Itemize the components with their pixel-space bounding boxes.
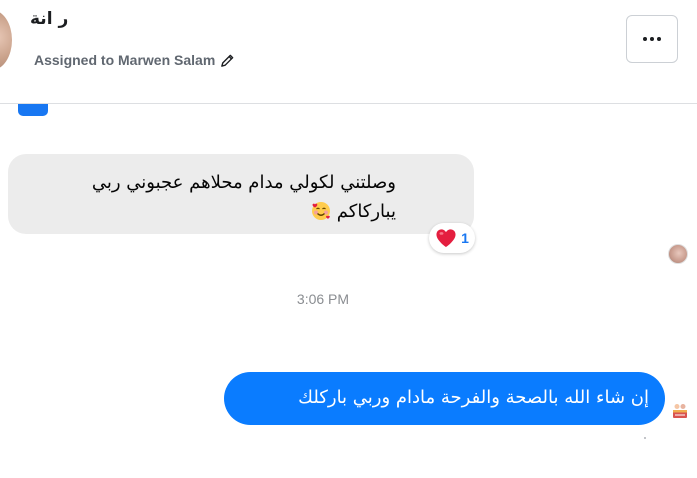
seen-by-avatar — [668, 244, 688, 264]
more-horizontal-icon — [643, 37, 661, 41]
conversation-header: ر انة Assigned to Marwen Salam — [0, 0, 697, 104]
assigned-label: Assigned to Marwen Salam — [34, 52, 216, 68]
outgoing-message-text: إن شاء الله بالصحة والفرحة مادام وربي با… — [298, 387, 649, 408]
message-reaction[interactable]: 1 — [429, 223, 475, 253]
incoming-message-bubble[interactable]: وصلتني لكولي مدام محلاهم عجبوني ربي يبار… — [8, 154, 474, 234]
outgoing-message-bubble[interactable]: إن شاء الله بالصحة والفرحة مادام وربي با… — [224, 372, 665, 425]
contact-avatar[interactable] — [0, 10, 12, 70]
conversation-view: ر انة Assigned to Marwen Salam وصلتني لك… — [0, 0, 697, 478]
incoming-message-text: وصلتني لكولي مدام محلاهم عجبوني ربي يبار… — [16, 168, 396, 226]
pencil-icon[interactable] — [220, 53, 235, 68]
message-timestamp: 3:06 PM — [296, 291, 350, 307]
page-avatar-icon — [671, 402, 689, 420]
contact-name: ر انة — [30, 9, 69, 29]
incoming-message-line-2: يباركاكم — [336, 201, 396, 222]
incoming-message-line-1: وصلتني لكولي مدام محلاهم عجبوني ربي — [91, 172, 396, 193]
more-options-button[interactable] — [626, 15, 678, 63]
heart-icon — [436, 229, 456, 248]
smiling-face-with-hearts-icon — [312, 202, 331, 220]
assignment-info[interactable]: Assigned to Marwen Salam — [34, 52, 235, 68]
sent-indicator — [644, 437, 646, 439]
thumbs-up-icon — [18, 104, 48, 116]
reaction-count: 1 — [461, 230, 469, 246]
